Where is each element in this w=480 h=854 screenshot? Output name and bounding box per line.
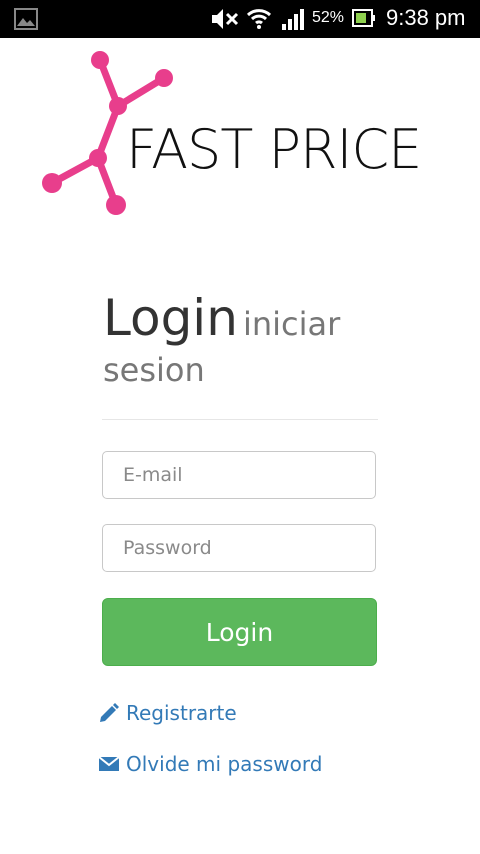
- forgot-password-link[interactable]: Olvide mi password: [98, 752, 322, 776]
- title-main: Login: [103, 289, 238, 347]
- email-field[interactable]: [103, 452, 375, 498]
- register-link-label: Registrarte: [126, 701, 237, 725]
- wifi-icon: [246, 9, 272, 29]
- divider: [102, 419, 378, 420]
- image-notification-icon: [14, 8, 38, 30]
- password-field[interactable]: [103, 525, 375, 571]
- signal-icon: [282, 9, 304, 30]
- forgot-password-label: Olvide mi password: [126, 752, 323, 776]
- login-button[interactable]: Login: [102, 598, 377, 666]
- register-link[interactable]: Registrarte: [98, 701, 237, 725]
- logo-text: FAST PRICE: [126, 118, 422, 181]
- battery-percent: 52%: [312, 9, 345, 26]
- page-title: Login iniciar sesion: [103, 293, 393, 396]
- battery-icon: [352, 9, 375, 27]
- envelope-icon: [98, 756, 120, 771]
- clock: 9:38 pm: [386, 5, 466, 30]
- email-field-wrapper: [102, 451, 376, 499]
- mute-icon: [212, 9, 239, 29]
- password-field-wrapper: [102, 524, 376, 572]
- pencil-icon: [100, 703, 119, 722]
- status-bar: 52% 9:38 pm: [0, 0, 480, 38]
